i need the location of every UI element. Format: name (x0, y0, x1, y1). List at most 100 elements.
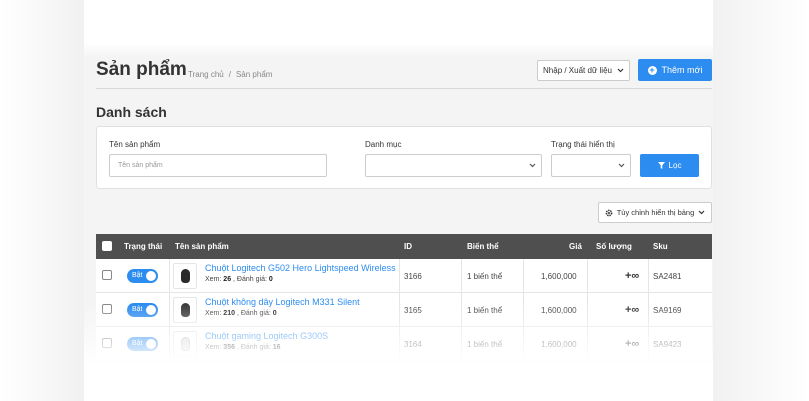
product-variant[interactable]: 1 biến thể (467, 306, 502, 315)
product-stats: Xem: 26 , Đánh giá: 0 (205, 276, 273, 283)
category-select[interactable] (365, 154, 542, 177)
row-checkbox[interactable] (102, 338, 112, 348)
cell-divider (648, 327, 649, 360)
row-checkbox[interactable] (102, 304, 112, 314)
name-filter-placeholder: Tên sản phẩm (118, 162, 163, 169)
col-variant[interactable]: Biến thể (467, 242, 499, 251)
views-label: Xem: (205, 310, 222, 317)
col-quantity[interactable]: Số lượng (596, 242, 632, 251)
cell-divider (169, 259, 170, 292)
row-checkbox[interactable] (102, 270, 112, 280)
visibility-toggle[interactable]: Bật (127, 269, 158, 283)
product-thumbnail[interactable] (173, 331, 197, 357)
cell-divider (461, 327, 462, 360)
table-settings-label: Tùy chỉnh hiển thị bảng (616, 208, 695, 217)
import-export-button[interactable]: Nhập / Xuất dữ liệu (537, 60, 630, 81)
filter-button[interactable]: Lọc (640, 154, 699, 177)
product-sku: SA9423 (653, 340, 682, 349)
status-filter-label: Trạng thái hiển thị (551, 140, 615, 149)
name-filter-input[interactable]: Tên sản phẩm (109, 154, 327, 177)
product-price: 1,600,000 (541, 340, 577, 349)
product-thumbnail[interactable] (173, 297, 197, 323)
mouse-icon (180, 269, 190, 283)
rating-label: , Đánh giá: (236, 344, 271, 351)
mouse-icon (180, 337, 190, 351)
table-row[interactable]: Bật Chuột Logitech G502 Hero Lightspeed … (96, 259, 712, 293)
cell-divider (461, 293, 462, 326)
toggle-label: Bật (132, 306, 143, 313)
category-filter-label: Danh mục (365, 140, 402, 149)
col-status[interactable]: Trạng thái (124, 242, 162, 251)
toggle-label: Bật (132, 340, 143, 347)
col-sku[interactable]: Sku (653, 242, 668, 251)
views-count: 210 (223, 310, 235, 317)
product-price: 1,600,000 (541, 306, 577, 315)
select-all-checkbox[interactable] (102, 241, 112, 251)
list-title: Danh sách (96, 104, 167, 120)
name-filter-label: Tên sản phẩm (109, 140, 161, 149)
backdrop-left (0, 0, 84, 401)
add-new-label: Thêm mới (661, 65, 703, 75)
rating-label: , Đánh giá: (233, 276, 267, 283)
col-price[interactable]: Giá (569, 242, 582, 251)
page-title: Sản phẩm (96, 59, 187, 80)
views-label: Xem: (205, 344, 222, 351)
product-variant[interactable]: 1 biến thể (467, 272, 502, 281)
rating-value: 0 (272, 310, 277, 317)
views-label: Xem: (205, 276, 222, 283)
cell-divider (587, 259, 588, 292)
product-name-link[interactable]: Chuột Logitech G502 Hero Lightspeed Wire… (205, 263, 396, 273)
funnel-icon (657, 162, 665, 169)
chevron-down-icon (698, 210, 705, 215)
plus-circle-icon: + (647, 64, 657, 75)
table-header: Trạng thái Tên sản phẩm ID Biến thể Giá … (96, 234, 712, 259)
views-count: 26 (223, 276, 232, 283)
product-stats: Xem: 210 , Đánh giá: 0 (205, 310, 277, 317)
product-sku: SA2481 (653, 272, 682, 281)
product-price: 1,600,000 (541, 272, 577, 281)
cell-divider (523, 293, 524, 326)
cell-divider (399, 293, 400, 326)
product-sku: SA9169 (653, 306, 682, 315)
header-divider (96, 88, 712, 89)
toggle-knob (146, 305, 156, 315)
filter-button-label: Lọc (668, 161, 682, 170)
table-row[interactable]: Bật Chuột gaming Logitech G300S Xem: 356… (96, 327, 712, 361)
product-quantity: +∞ (625, 270, 640, 282)
breadcrumb-current: Sản phẩm (235, 70, 273, 79)
views-count: 356 (223, 344, 235, 351)
breadcrumb-separator: / (228, 70, 231, 79)
toggle-label: Bật (132, 272, 143, 279)
cell-divider (523, 327, 524, 360)
table-settings-button[interactable]: Tùy chỉnh hiển thị bảng (598, 202, 712, 223)
rating-label: , Đánh giá: (236, 310, 271, 317)
col-name[interactable]: Tên sản phẩm (175, 242, 229, 251)
cell-divider (587, 327, 588, 360)
col-id[interactable]: ID (404, 242, 412, 251)
cell-divider (523, 259, 524, 292)
product-variant[interactable]: 1 biến thể (467, 340, 502, 349)
product-table: Trạng thái Tên sản phẩm ID Biến thể Giá … (96, 234, 712, 361)
page-panel: Sản phẩm Trang chủ / Sản phẩm Nhập / Xuất … (84, 44, 713, 364)
product-name-link[interactable]: Chuột gaming Logitech G300S (205, 331, 328, 341)
cell-divider (399, 327, 400, 360)
status-select[interactable] (551, 154, 631, 177)
cell-divider (169, 293, 170, 326)
mouse-icon (180, 303, 190, 317)
product-thumbnail[interactable] (173, 263, 197, 289)
product-name-link[interactable]: Chuột không dây Logitech M331 Silent (205, 297, 360, 307)
product-quantity: +∞ (625, 304, 640, 316)
add-new-button[interactable]: + Thêm mới (638, 59, 712, 81)
visibility-toggle[interactable]: Bật (127, 337, 158, 351)
product-quantity: +∞ (625, 338, 640, 350)
cell-divider (461, 259, 462, 292)
cell-divider (648, 293, 649, 326)
toggle-knob (146, 339, 156, 349)
rating-value: 16 (272, 344, 281, 351)
cell-divider (587, 293, 588, 326)
visibility-toggle[interactable]: Bật (127, 303, 158, 317)
rating-value: 0 (268, 276, 273, 283)
chevron-down-icon (618, 163, 625, 168)
breadcrumb-home[interactable]: Trang chủ (188, 70, 224, 79)
table-row[interactable]: Bật Chuột không dây Logitech M331 Silent… (96, 293, 712, 327)
